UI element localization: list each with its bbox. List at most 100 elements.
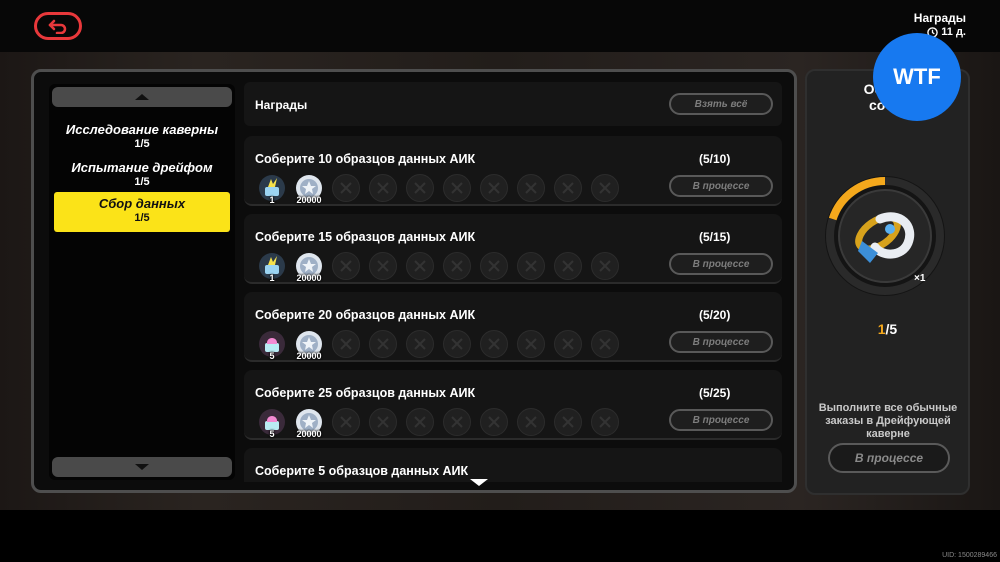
empty-slot-icon [554,330,582,358]
sidebar-item-progress: 1/5 [134,138,150,150]
empty-slot-icon [480,408,508,436]
quest-status-button[interactable]: В процессе [669,253,773,275]
quest-row: Соберите 10 образцов данных АИК (5/10) В п… [244,136,782,206]
empty-slot-icon [369,330,397,358]
quest-status-button[interactable]: В процессе [669,331,773,353]
empty-slot-icon [369,174,397,202]
special-progress-total: /5 [885,321,898,337]
quest-row: Соберите 5 образцов данных АИК [244,448,782,482]
special-progress: 1/5 [807,321,968,337]
quest-title: Соберите 10 образцов данных АИК [255,152,476,166]
empty-slot-icon [332,408,360,436]
reward-slots: 5 20000 [258,330,619,361]
quest-status-button[interactable]: В процессе [669,409,773,431]
special-order-description: Выполните все обычные заказы в Дрейфующе… [818,402,958,440]
quest-status-button[interactable]: В процессе [669,175,773,197]
back-arrow-icon [48,19,67,34]
sidebar-item-progress: 1/5 [134,176,150,188]
quest-row: Соберите 25 образцов данных АИК (5/25) В п… [244,370,782,440]
empty-slot-icon [332,330,360,358]
empty-slot-icon [591,330,619,358]
empty-slot-icon [480,330,508,358]
empty-slot-icon [406,174,434,202]
empty-slot-icon [443,174,471,202]
sidebar-scroll-up-button[interactable] [52,87,232,107]
blue-drift-token-icon[interactable]: 1 [258,174,286,205]
empty-slot-icon [369,252,397,280]
data-chip-icon[interactable]: 20000 [295,330,323,361]
reward-count: 5 [269,351,275,361]
category-sidebar: Исследование каверны 1/5 Испытание дрейф… [49,84,235,480]
empty-slot-icon [443,252,471,280]
event-title: Награды [913,11,966,25]
back-button[interactable] [34,12,82,40]
reward-count: 5 [269,429,275,439]
sidebar-item-data-collection[interactable]: Сбор данных 1/5 [54,192,230,232]
rewards-header: Награды Взять всё [244,82,782,126]
reward-slots: 5 20000 [258,408,619,439]
wtf-badge: WTF [873,33,961,121]
empty-slot-icon [517,408,545,436]
empty-slot-icon [406,408,434,436]
rewards-header-title: Награды [255,98,308,112]
empty-slot-icon [332,252,360,280]
reward-count: 20000 [296,351,322,361]
quest-row: Соберите 20 образцов данных АИК (5/20) В п… [244,292,782,362]
sidebar-item-cave-exploration[interactable]: Исследование каверны 1/5 [54,122,230,162]
quest-list[interactable]: Награды Взять всё Соберите 10 образцов д… [244,82,782,482]
special-reward-count: ×1 [914,273,926,284]
chevron-up-icon [135,94,149,100]
empty-slot-icon [517,174,545,202]
data-chip-icon[interactable]: 20000 [295,174,323,205]
scroll-down-indicator-icon [470,479,488,486]
timer-value: 11 д. [941,26,966,38]
sidebar-item-label: Сбор данных [98,196,186,211]
reward-count: 20000 [296,429,322,439]
empty-slot-icon [369,408,397,436]
quest-title: Соберите 15 образцов данных АИК [255,230,476,244]
sidebar-item-label: Исследование каверны [65,122,219,137]
sidebar-item-label: Испытание дрейфом [71,160,213,175]
quest-progress: (5/10) [699,152,731,166]
quest-progress: (5/15) [699,230,731,244]
chevron-down-icon [135,464,149,470]
reward-count: 1 [269,195,275,205]
pink-drift-token-icon[interactable]: 5 [258,408,286,439]
empty-slot-icon [480,174,508,202]
quest-row: Соберите 15 образцов данных АИК (5/15) В п… [244,214,782,284]
empty-slot-icon [517,330,545,358]
quest-title: Соберите 25 образцов данных АИК [255,386,476,400]
empty-slot-icon [406,330,434,358]
empty-slot-icon [480,252,508,280]
special-order-panel: Особы собы ×1 1/5 Выполните все обычные … [805,69,970,495]
empty-slot-icon [554,408,582,436]
empty-slot-icon [554,174,582,202]
top-bar [0,0,1000,52]
empty-slot-icon [443,408,471,436]
empty-slot-icon [591,174,619,202]
blue-drift-token-icon[interactable]: 1 [258,252,286,283]
empty-slot-icon [332,174,360,202]
special-status-button[interactable]: В процессе [828,443,950,473]
quest-title: Соберите 20 образцов данных АИК [255,308,476,322]
reward-slots: 1 20000 [258,252,619,283]
quest-title: Соберите 5 образцов данных АИК [255,464,469,478]
quest-progress: (5/20) [699,308,731,322]
quest-panel: Исследование каверны 1/5 Испытание дрейф… [31,69,797,493]
sidebar-item-progress: 1/5 [134,212,150,224]
empty-slot-icon [443,330,471,358]
empty-slot-icon [591,252,619,280]
claim-all-button[interactable]: Взять всё [669,93,773,115]
empty-slot-icon [554,252,582,280]
data-chip-icon[interactable]: 20000 [295,408,323,439]
sidebar-scroll-down-button[interactable] [52,457,232,477]
reward-count: 1 [269,273,275,283]
empty-slot-icon [406,252,434,280]
pink-drift-token-icon[interactable]: 5 [258,330,286,361]
reward-count: 20000 [296,195,322,205]
special-reward-medal: ×1 [825,176,945,296]
special-progress-current: 1 [877,321,886,337]
reward-count: 20000 [296,273,322,283]
uid-label: UID: 1500289466 [942,552,997,559]
data-chip-icon[interactable]: 20000 [295,252,323,283]
